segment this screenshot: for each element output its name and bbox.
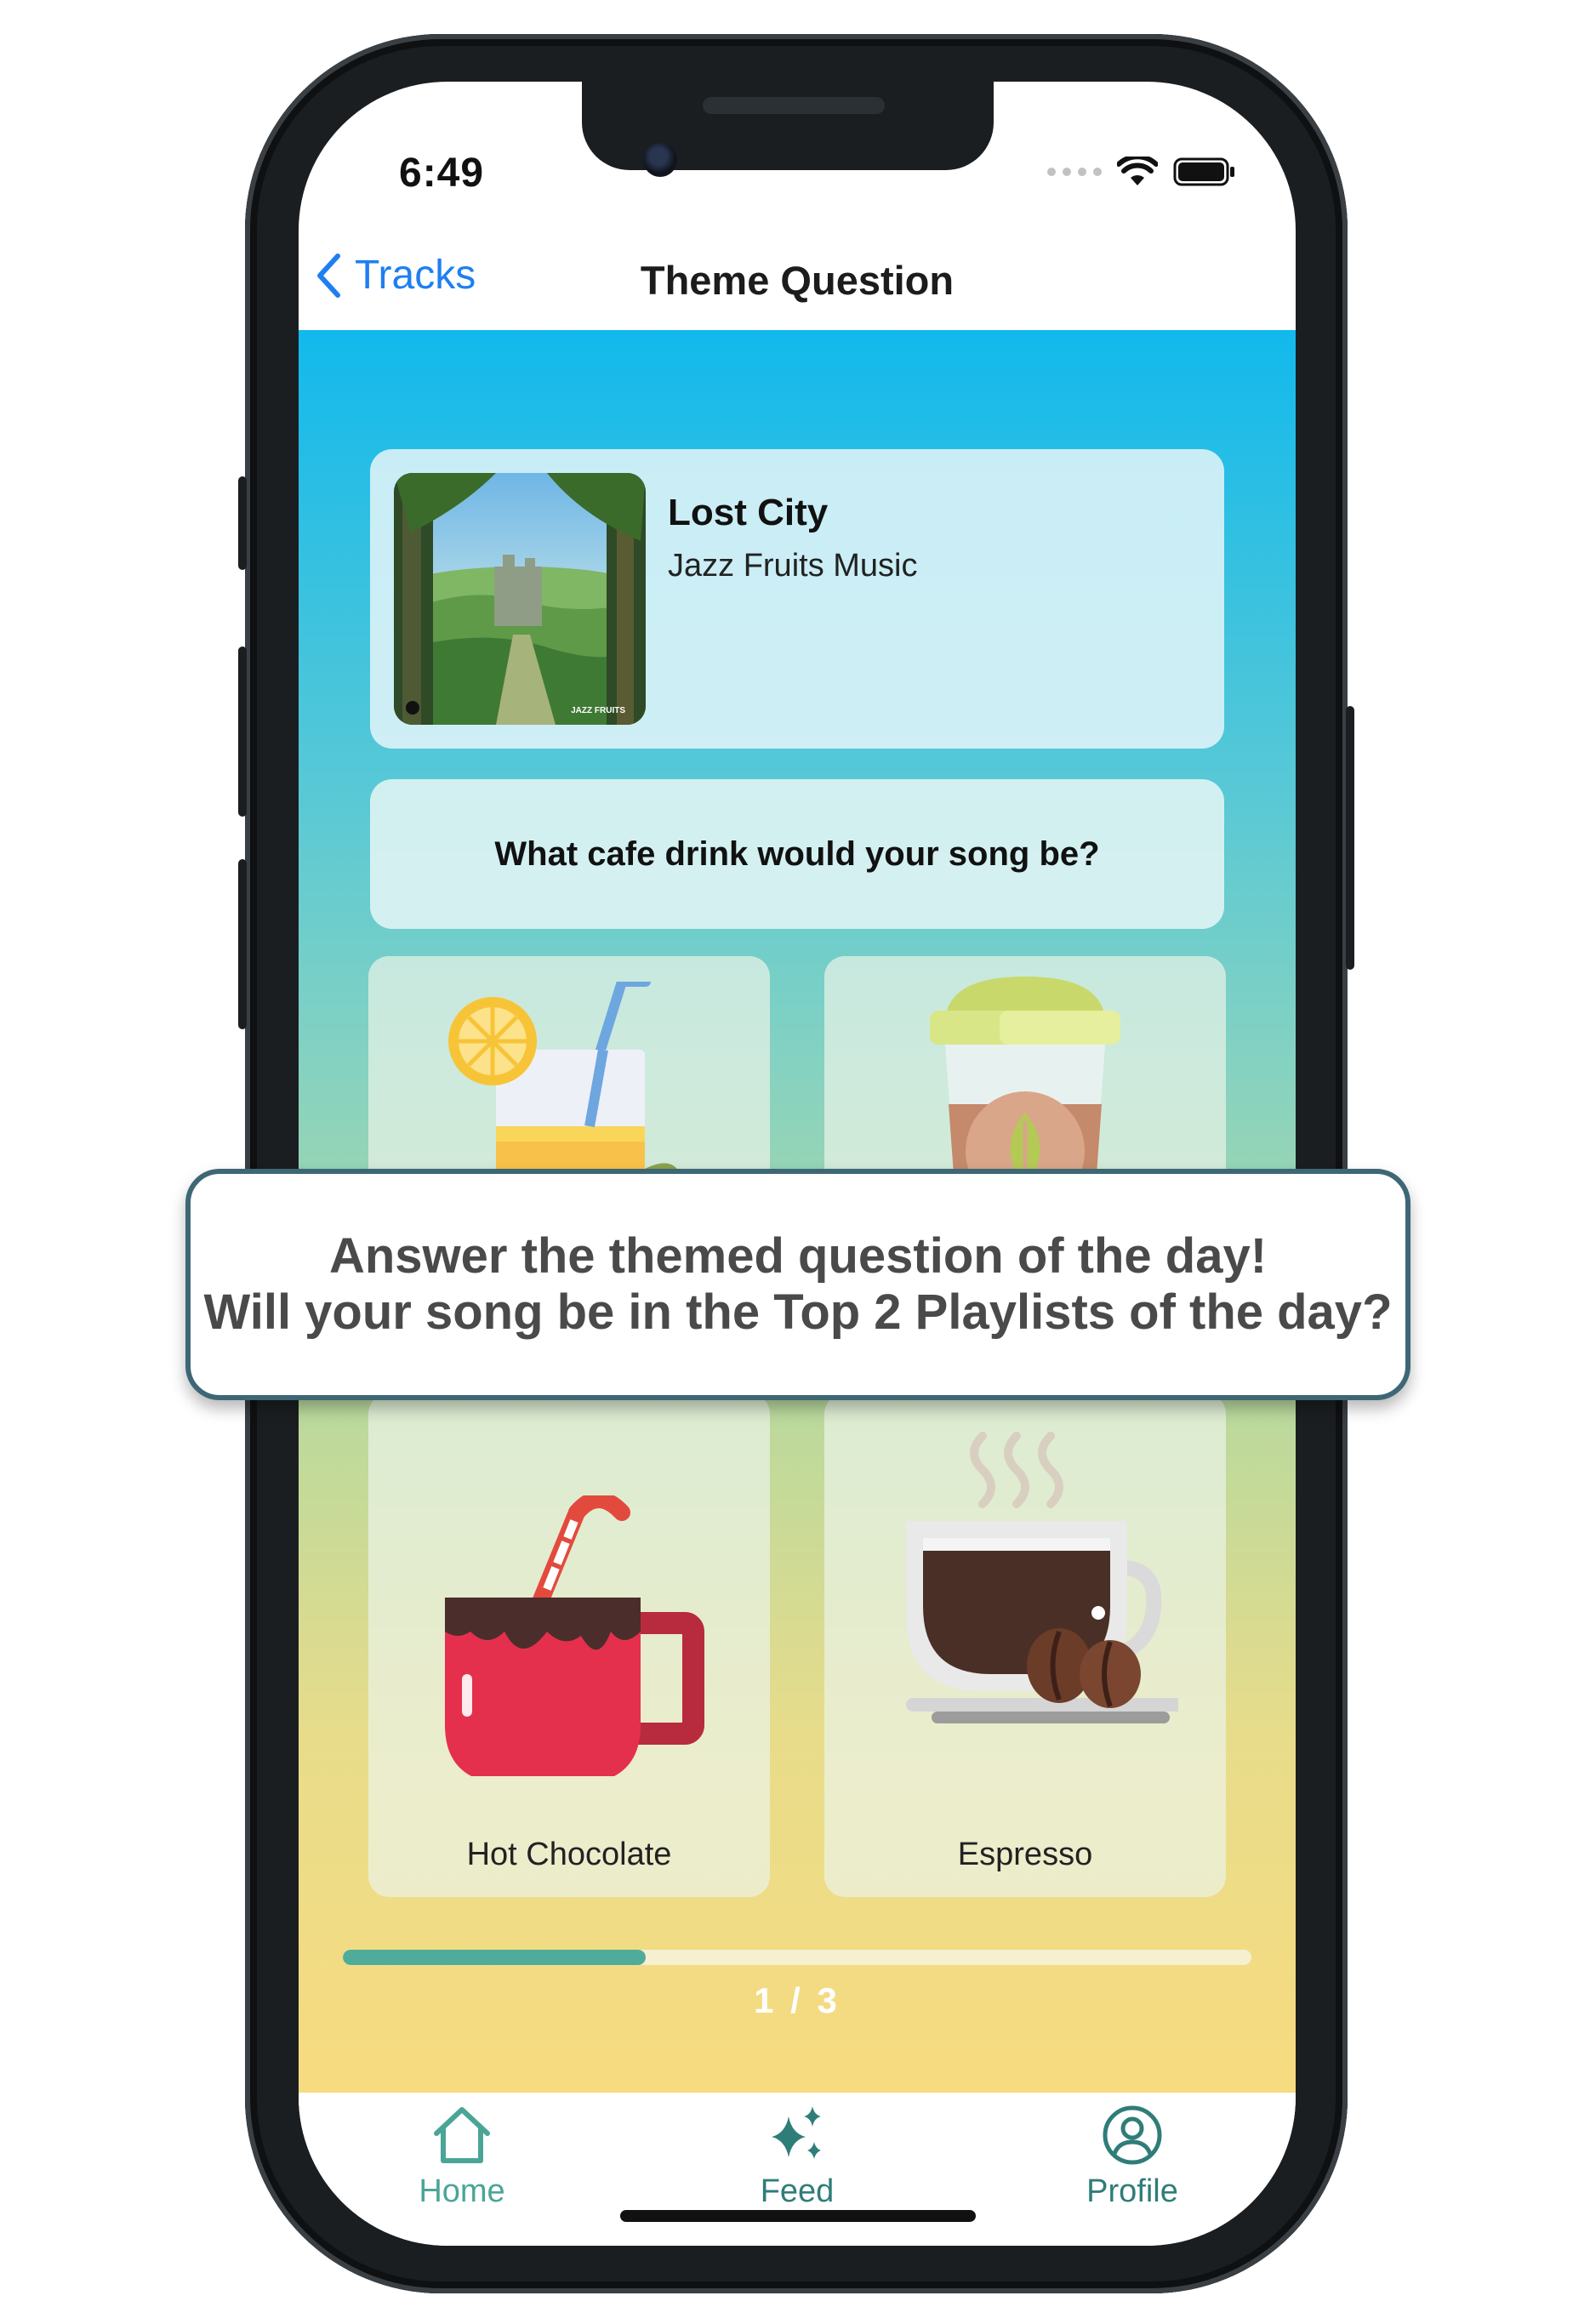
wifi-icon xyxy=(1117,157,1158,185)
phone-frame: 6:49 Tracks Theme Question JAZZ FRUITS L… xyxy=(238,34,1354,2293)
front-camera xyxy=(643,143,677,177)
hot-chocolate-icon xyxy=(445,1495,704,1776)
home-indicator xyxy=(620,2210,976,2222)
mute-switch xyxy=(238,476,247,570)
home-icon xyxy=(434,2107,490,2163)
progress-bar xyxy=(343,1950,1251,1965)
question-card: What cafe drink would your song be? xyxy=(370,779,1224,929)
sparkles-icon xyxy=(772,2106,821,2159)
power-button xyxy=(1346,706,1354,970)
option-label-hot-chocolate: Hot Chocolate xyxy=(466,1837,672,1872)
volume-up-button xyxy=(238,647,247,817)
question-text: What cafe drink would your song be? xyxy=(494,834,1100,873)
tab-home[interactable]: Home xyxy=(360,2103,564,2210)
battery-icon xyxy=(1173,157,1234,186)
page-title: Theme Question xyxy=(640,258,955,303)
progress-bar-fill xyxy=(343,1950,646,1965)
volume-down-button xyxy=(238,859,247,1029)
tab-home-label: Home xyxy=(419,2173,505,2209)
callout-line-2: Will your song be in the Top 2 Playlists… xyxy=(203,1284,1393,1340)
speaker-grille xyxy=(703,97,885,114)
tab-bar: Home Feed Profile xyxy=(299,2093,1296,2246)
track-title: Lost City xyxy=(668,492,829,533)
espresso-icon xyxy=(906,1432,1178,1723)
status-icons xyxy=(1047,157,1236,187)
art-watermark: JAZZ FRUITS xyxy=(571,706,625,715)
promo-callout: Answer the themed question of the day! W… xyxy=(185,1169,1410,1400)
status-time: 6:49 xyxy=(399,151,485,196)
cellular-signal-icon xyxy=(1047,168,1102,176)
option-label-espresso: Espresso xyxy=(957,1837,1093,1872)
tab-feed-label: Feed xyxy=(760,2173,835,2209)
track-card: JAZZ FRUITS Lost City Jazz Fruits Music xyxy=(370,449,1224,749)
option-card-espresso[interactable]: Espresso xyxy=(824,1393,1226,1897)
progress-label: 1 / 3 xyxy=(754,1980,841,2020)
tab-profile-label: Profile xyxy=(1086,2173,1178,2209)
option-card-hot-chocolate[interactable]: Hot Chocolate xyxy=(368,1393,770,1897)
profile-icon xyxy=(1103,2105,1162,2165)
track-artist: Jazz Fruits Music xyxy=(668,548,918,584)
tab-feed[interactable]: Feed xyxy=(695,2103,899,2210)
callout-line-1: Answer the themed question of the day! xyxy=(328,1228,1268,1284)
album-art: JAZZ FRUITS xyxy=(394,473,646,725)
tab-profile[interactable]: Profile xyxy=(1030,2103,1234,2210)
screen: 6:49 Tracks Theme Question JAZZ FRUITS L… xyxy=(299,82,1296,2246)
